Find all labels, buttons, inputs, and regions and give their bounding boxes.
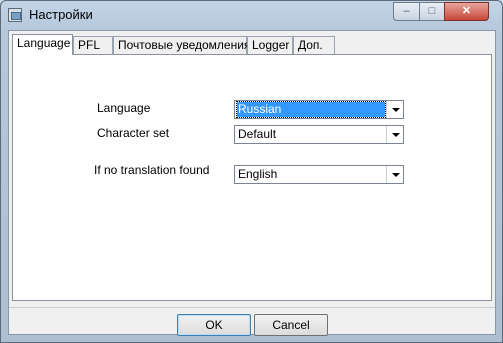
- chevron-down-icon[interactable]: [386, 126, 403, 143]
- charset-select[interactable]: Default: [234, 125, 404, 144]
- chevron-down-icon[interactable]: [386, 166, 403, 183]
- fallback-select-value: English: [238, 167, 278, 181]
- tab-logger[interactable]: Logger: [247, 36, 293, 54]
- dialog-button-row: OK Cancel: [9, 307, 495, 336]
- fallback-label: If no translation found: [94, 163, 210, 177]
- chevron-down-icon[interactable]: [386, 101, 403, 118]
- app-window-icon: [8, 8, 22, 22]
- close-icon: ✕: [461, 5, 472, 17]
- language-select[interactable]: Russian: [234, 100, 404, 119]
- minimize-icon: –: [403, 5, 410, 17]
- fallback-language-select[interactable]: English: [234, 165, 404, 184]
- close-button[interactable]: ✕: [444, 2, 489, 21]
- language-tab-panel: Language Russian Character set Default I…: [12, 54, 492, 301]
- tab-language[interactable]: Language: [12, 34, 73, 55]
- title-bar[interactable]: Настройки – □ ✕: [1, 1, 502, 30]
- maximize-icon: □: [428, 5, 436, 17]
- maximize-button[interactable]: □: [419, 2, 445, 21]
- language-select-value: Russian: [236, 101, 386, 118]
- minimize-button[interactable]: –: [393, 2, 420, 21]
- language-label: Language: [97, 101, 151, 115]
- tab-extra[interactable]: Доп.: [293, 36, 335, 54]
- charset-select-value: Default: [238, 127, 277, 141]
- tab-pfl[interactable]: PFL: [73, 36, 113, 54]
- ok-button[interactable]: OK: [177, 314, 251, 336]
- dialog-client-area: Language PFL Почтовые уведомления Logger…: [8, 30, 496, 336]
- settings-window: Настройки – □ ✕ Language PFL Почтовые ув…: [0, 0, 503, 343]
- cancel-button[interactable]: Cancel: [254, 314, 328, 336]
- tab-mail-notifications[interactable]: Почтовые уведомления: [113, 36, 250, 54]
- window-title: Настройки: [29, 7, 93, 22]
- charset-label: Character set: [97, 126, 170, 140]
